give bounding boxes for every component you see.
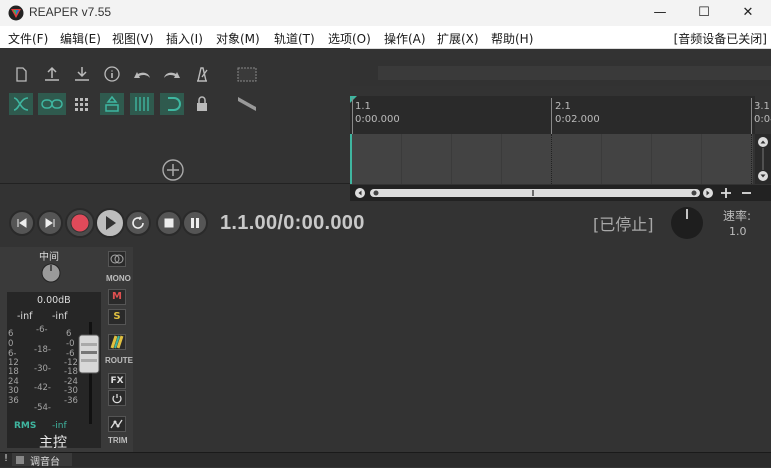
lock-icon[interactable]: [190, 93, 214, 115]
loop-magnet-icon[interactable]: [160, 93, 184, 115]
meter-scale-tick: -36: [64, 396, 78, 406]
stop-button[interactable]: [156, 210, 182, 236]
rms-label: RMS: [14, 421, 37, 431]
window-title: REAPER v7.55: [29, 5, 112, 19]
meter-scale-tick: -30-: [34, 364, 51, 374]
mono-button[interactable]: [108, 251, 126, 267]
volume-fader-handle[interactable]: [78, 334, 100, 374]
ruler-time-label: 0:02.000: [555, 114, 600, 125]
vertical-scrollbar[interactable]: [755, 134, 771, 184]
go-to-end-button[interactable]: [37, 210, 63, 236]
meter-scale-tick: -0: [66, 339, 75, 349]
arrange-header: [350, 60, 771, 86]
pan-knob[interactable]: [41, 263, 61, 283]
time-display[interactable]: 1.1.00/0:00.000: [220, 212, 365, 235]
tab-close-icon[interactable]: [16, 456, 24, 464]
tab-mixer[interactable]: 调音台: [12, 453, 72, 468]
record-button[interactable]: [65, 208, 95, 238]
minimize-button[interactable]: —: [637, 0, 683, 26]
route-label: ROUTE: [105, 356, 133, 365]
crossfade-icon[interactable]: [235, 93, 259, 115]
meter-scale-tick: -6-: [36, 325, 48, 335]
timeline-ruler[interactable]: 1.1 0:00.000 2.1 0:02.000 3.1 0:04.000: [350, 96, 771, 134]
edit-cursor: [350, 134, 352, 184]
title-bar: REAPER v7.55 — ☐ ✕: [0, 0, 771, 26]
main-toolbar: [0, 48, 350, 184]
horizontal-scrollbar[interactable]: [350, 185, 771, 201]
meter-scale-tick: 0: [8, 339, 14, 349]
project-info-icon[interactable]: [100, 63, 124, 85]
menu-item[interactable]: 对象(M): [216, 30, 260, 47]
menu-options[interactable]: 选项(O): [328, 30, 371, 47]
grid-icon[interactable]: [70, 93, 94, 115]
docker-menu-icon[interactable]: !: [4, 453, 8, 464]
ruler-bar-label: 1.1: [355, 101, 371, 112]
menu-bar: 文件(F) 编辑(E) 视图(V) 插入(I) 对象(M) 轨道(T) 选项(O…: [0, 26, 771, 49]
meter-scale-tick: 30: [8, 386, 19, 396]
audio-device-status[interactable]: [音频设备已关闭]: [674, 30, 767, 47]
envelope-lock-icon[interactable]: [100, 93, 124, 115]
trim-envelope-icon[interactable]: [108, 416, 126, 432]
add-track-icon[interactable]: [161, 158, 185, 182]
ruler-bar-label: 3.1: [754, 101, 770, 112]
metronome-icon[interactable]: [190, 63, 214, 85]
meter-scale-tick: -30: [64, 386, 78, 396]
rms-readout: -inf: [52, 421, 67, 431]
maximize-button[interactable]: ☐: [681, 0, 727, 26]
ruler-time-label: 0:00.000: [355, 114, 400, 125]
mute-button[interactable]: M: [108, 289, 126, 305]
reaper-logo-icon: [8, 5, 24, 21]
menu-file[interactable]: 文件(F): [8, 30, 48, 47]
pause-button[interactable]: [182, 210, 208, 236]
menu-help[interactable]: 帮助(H): [491, 30, 533, 47]
meter-scale-tick: -18-: [34, 345, 51, 355]
track-arrange-area[interactable]: [350, 134, 753, 184]
open-project-icon[interactable]: [40, 63, 64, 85]
tcp-divider: [0, 183, 350, 184]
meter-scale-tick: -54-: [34, 403, 51, 413]
meter-scale-tick: 6: [8, 329, 14, 339]
menu-actions[interactable]: 操作(A): [384, 30, 426, 47]
menu-view[interactable]: 视图(V): [112, 30, 154, 47]
menu-extensions[interactable]: 扩展(X): [437, 30, 479, 47]
menu-edit[interactable]: 编辑(E): [60, 30, 101, 47]
route-button[interactable]: [108, 334, 126, 350]
ruler-time-label: 0:04.000: [754, 114, 771, 125]
menu-insert[interactable]: 插入(I): [166, 30, 203, 47]
meter-scale-tick: 18: [8, 367, 19, 377]
meter-scale-tick: -42-: [34, 383, 51, 393]
ripple-edit-icon[interactable]: [9, 93, 33, 115]
meter-scale-tick: 36: [8, 396, 19, 406]
menu-track[interactable]: 轨道(T): [274, 30, 315, 47]
play-state-label: [已停止]: [593, 215, 654, 234]
trim-label: TRIM: [108, 436, 128, 445]
fx-bypass-icon[interactable]: [108, 390, 126, 406]
meter-scale-tick: -18: [64, 367, 78, 377]
mono-label: MONO: [106, 274, 131, 283]
playrate-label: 速率:: [723, 209, 752, 223]
redo-icon[interactable]: [160, 63, 184, 85]
playrate-knob[interactable]: [670, 206, 704, 240]
save-project-icon[interactable]: [70, 63, 94, 85]
play-button[interactable]: [95, 208, 125, 238]
solo-button[interactable]: S: [108, 309, 126, 325]
track-name-label[interactable]: 主控: [39, 432, 67, 452]
peak-right-readout: -inf: [52, 311, 68, 322]
grid-toggle-icon[interactable]: [235, 63, 259, 85]
meter-scale-tick: 6: [66, 329, 72, 339]
snap-grid-icon[interactable]: [130, 93, 154, 115]
playrate-value: 1.0: [729, 225, 747, 238]
new-project-icon[interactable]: [9, 63, 33, 85]
fx-button[interactable]: FX: [108, 373, 126, 389]
peak-left-readout: -inf: [17, 311, 33, 322]
volume-readout[interactable]: 0.00dB: [37, 295, 71, 306]
pan-label: 中间: [39, 252, 59, 263]
undo-icon[interactable]: [130, 63, 154, 85]
item-grouping-icon[interactable]: [38, 93, 66, 115]
docker-tab-bar: ! 调音台: [0, 452, 771, 468]
go-to-start-button[interactable]: [9, 210, 35, 236]
close-button[interactable]: ✕: [725, 0, 771, 26]
repeat-button[interactable]: [125, 210, 151, 236]
ruler-bar-label: 2.1: [555, 101, 571, 112]
